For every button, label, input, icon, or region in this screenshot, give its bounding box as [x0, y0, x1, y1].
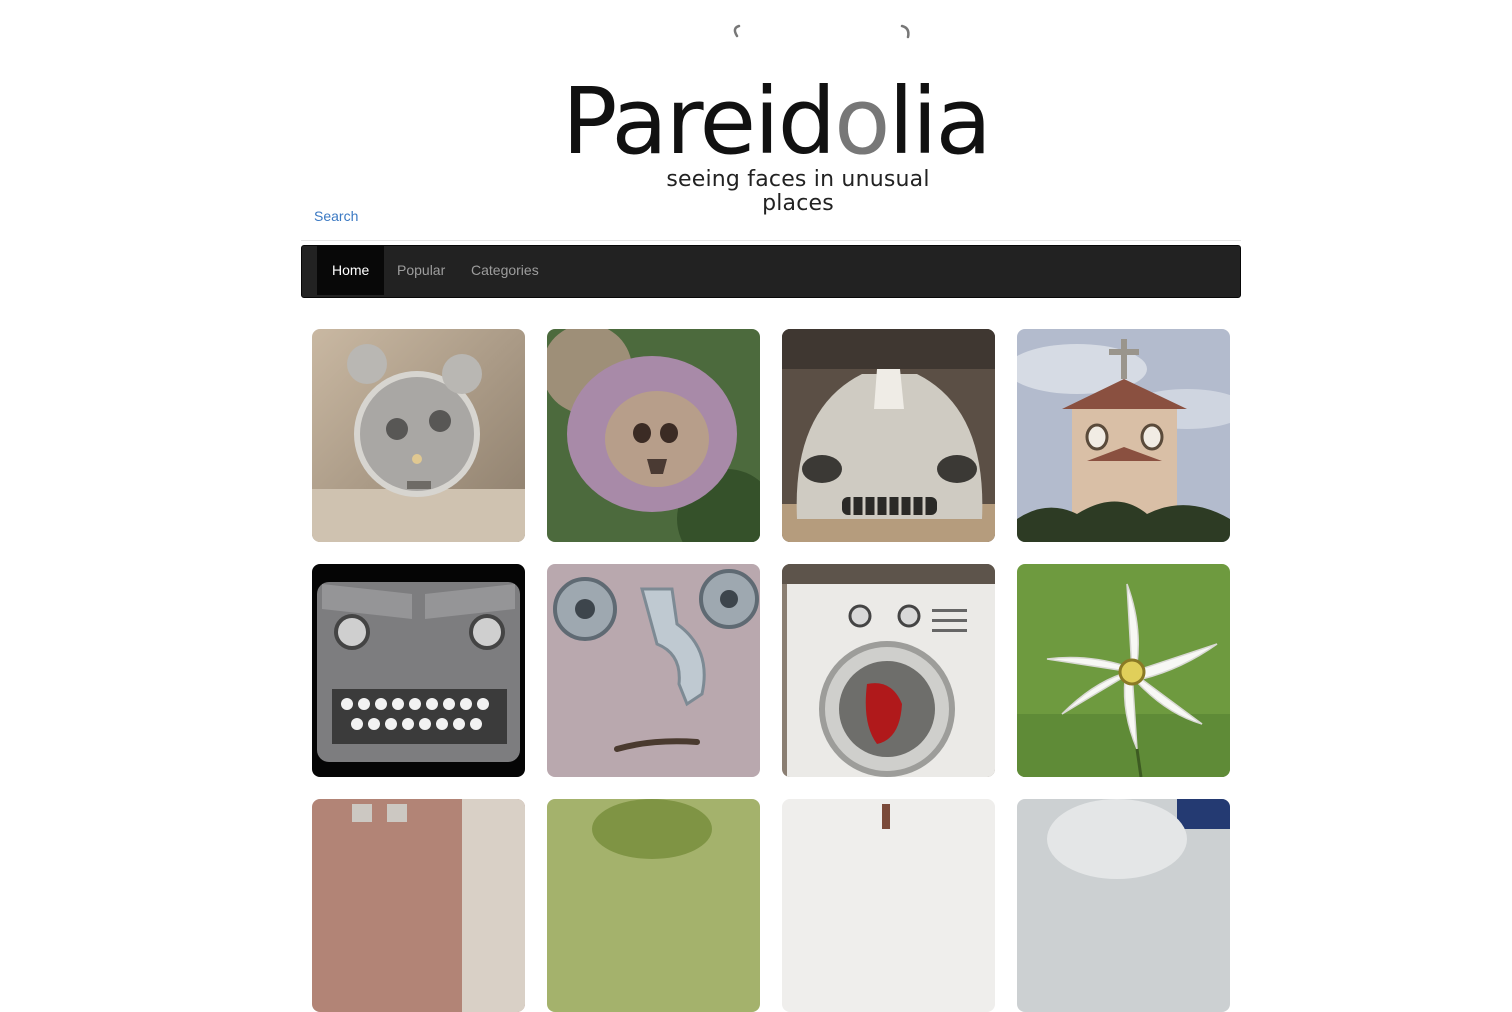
logo-title: Pareidolia	[562, 76, 992, 168]
gallery-thumbnail-building[interactable]	[312, 799, 525, 1012]
site-logo[interactable]: Pareidolia seeing faces in unusual place…	[556, 20, 992, 216]
page-container: Pareidolia seeing faces in unusual place…	[301, 0, 1241, 1012]
gallery-thumbnail-rose[interactable]	[547, 329, 760, 542]
gallery-thumbnail-object[interactable]	[1017, 799, 1230, 1012]
typewriter-image	[312, 564, 525, 777]
alarm-clock-image	[312, 329, 525, 542]
nav-popular[interactable]: Popular	[382, 246, 460, 295]
object-image	[1017, 799, 1230, 1012]
divider	[301, 240, 1241, 241]
church-image	[1017, 329, 1230, 542]
gallery-thumbnail-landscape[interactable]	[782, 799, 995, 1012]
gallery-thumbnail-typewriter[interactable]	[312, 564, 525, 777]
faucet-image	[547, 564, 760, 777]
logo-title-start: Pareid	[562, 68, 836, 175]
logo-title-end: lia	[888, 68, 991, 175]
gallery-thumbnail-plant[interactable]	[547, 799, 760, 1012]
washing-machine-image	[782, 564, 995, 777]
nav-categories[interactable]: Categories	[456, 246, 554, 295]
flower-image	[1017, 564, 1230, 777]
logo-title-o: o	[834, 68, 890, 175]
search-link[interactable]: Search	[314, 208, 358, 224]
landscape-image	[782, 799, 995, 1012]
gallery-thumbnail-flower[interactable]	[1017, 564, 1230, 777]
gallery-thumbnail-alarm-clock[interactable]	[312, 329, 525, 542]
main-navbar: Home Popular Categories	[301, 245, 1241, 298]
car-image	[782, 329, 995, 542]
gallery-thumbnail-car[interactable]	[782, 329, 995, 542]
nav-home[interactable]: Home	[317, 246, 385, 295]
plant-image	[547, 799, 760, 1012]
logo-tagline: seeing faces in unusual places	[666, 167, 930, 216]
building-image	[312, 799, 525, 1012]
gallery-thumbnail-faucet[interactable]	[547, 564, 760, 777]
rose-image	[547, 329, 760, 542]
gallery-thumbnail-washing-machine[interactable]	[782, 564, 995, 777]
gallery-thumbnail-church[interactable]	[1017, 329, 1230, 542]
